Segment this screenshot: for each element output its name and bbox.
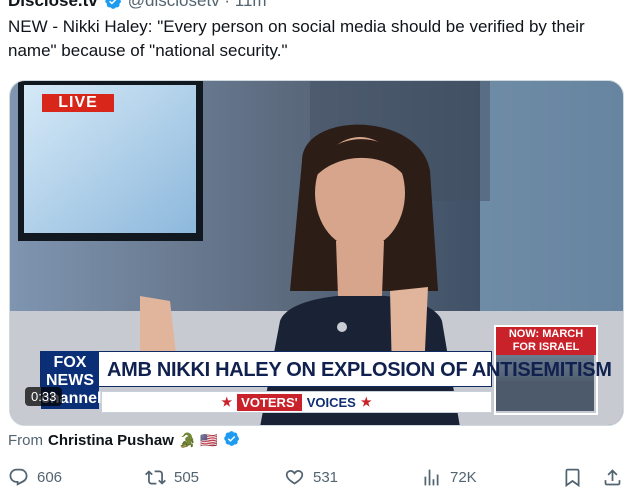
views-button[interactable]: 72K xyxy=(421,458,477,496)
reply-button[interactable]: 606 xyxy=(8,458,62,496)
side-box-title: NOW: MARCH FOR ISRAEL xyxy=(496,327,596,355)
attribution-emojis: 🐊 🇺🇸 xyxy=(178,432,218,448)
attribution-name[interactable]: Christina Pushaw xyxy=(48,432,174,449)
ticker-voters: VOTERS' xyxy=(237,393,302,411)
tweet-actions: 606 505 531 72K xyxy=(8,458,628,496)
repost-button[interactable]: 505 xyxy=(145,458,199,496)
star-icon: ★ xyxy=(221,395,233,409)
like-count: 531 xyxy=(313,468,339,486)
video-timer: 0:33 xyxy=(25,387,63,406)
verified-badge-icon xyxy=(223,430,240,451)
reply-count: 606 xyxy=(37,468,63,486)
bookmark-icon xyxy=(565,468,580,487)
ticker-voices: VOICES xyxy=(306,394,356,410)
video-player[interactable]: LIVE NOW: MARCH FOR ISRAEL AMB NIKKI HAL… xyxy=(9,80,624,426)
handle-and-time[interactable]: @disclosetv · 11m xyxy=(128,0,267,11)
views-icon xyxy=(424,469,439,485)
view-count: 72K xyxy=(450,468,477,486)
author-name[interactable]: Disclose.tv xyxy=(8,0,98,11)
star-icon: ★ xyxy=(360,395,372,409)
like-icon xyxy=(285,469,304,485)
video-attribution: From Christina Pushaw 🐊 🇺🇸 xyxy=(8,430,240,451)
reply-icon xyxy=(9,468,28,486)
tweet-header: Disclose.tv @disclosetv · 11m xyxy=(8,0,267,11)
live-badge: LIVE xyxy=(42,94,114,112)
share-button[interactable] xyxy=(602,458,623,496)
news-headline-banner: AMB NIKKI HALEY ON EXPLOSION OF ANTISEMI… xyxy=(40,351,612,387)
bookmark-button[interactable] xyxy=(562,458,583,496)
verified-badge-icon xyxy=(104,0,122,10)
tweet-text: NEW - Nikki Haley: "Every person on soci… xyxy=(8,17,585,60)
repost-count: 505 xyxy=(174,468,200,486)
from-label: From xyxy=(8,432,43,449)
ticker-bar: ★ VOTERS' VOICES ★ xyxy=(101,391,492,413)
repost-icon xyxy=(145,469,166,485)
share-icon xyxy=(604,468,621,485)
like-button[interactable]: 531 xyxy=(284,458,338,496)
